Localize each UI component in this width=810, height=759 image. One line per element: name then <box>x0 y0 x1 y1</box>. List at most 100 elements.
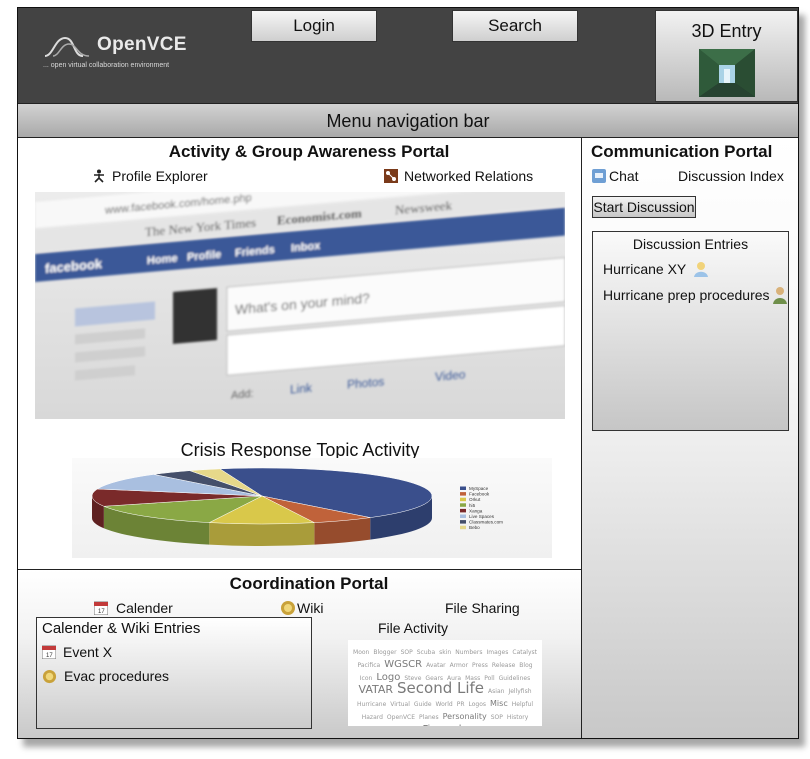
calender-wiki-entries-panel: Calender & Wiki Entries 17 Event X Evac … <box>36 617 312 729</box>
networked-relations-label: Networked Relations <box>404 168 534 184</box>
networked-relations-link[interactable]: Networked Relations <box>384 168 533 184</box>
activity-portal-title: Activity & Group Awareness Portal <box>168 142 450 161</box>
calender-entry-label: Event X <box>63 644 113 660</box>
coordination-portal-title: Coordination Portal <box>229 574 389 593</box>
tag-cloud-term[interactable]: Guidelines <box>499 674 531 683</box>
wiki-entry[interactable]: Evac procedures <box>42 668 169 684</box>
fb-attach-label: Add: <box>231 388 254 402</box>
tag-cloud-term[interactable]: Release <box>492 661 515 670</box>
3d-corridor-thumbnail[interactable] <box>699 49 755 97</box>
tag-cloud-term[interactable]: Jellyfish <box>508 687 531 696</box>
calender-entry[interactable]: 17 Event X <box>42 644 112 660</box>
tag-cloud-term[interactable]: Virtual <box>390 700 410 709</box>
legend-swatch <box>460 486 466 490</box>
communication-portal-title: Communication Portal <box>591 142 773 161</box>
tag-cloud-term[interactable]: Poll <box>484 674 494 683</box>
tag-cloud-term[interactable]: Second Life <box>397 681 484 696</box>
menu-navigation-bar[interactable]: Menu navigation bar <box>18 104 798 138</box>
user-avatar-icon <box>694 262 709 277</box>
tag-cloud-term[interactable]: Numbers <box>455 648 482 657</box>
tag-cloud-term[interactable]: Scuba <box>417 648 435 657</box>
svg-text:17: 17 <box>46 653 53 659</box>
discussion-entry[interactable]: Hurricane XY <box>603 260 710 278</box>
tag-cloud-term[interactable]: World <box>436 700 453 709</box>
tag-cloud-term[interactable]: SOP <box>401 648 413 657</box>
legend-label: hi5 <box>469 503 476 508</box>
header: OpenVCE ... open virtual collaboration e… <box>18 8 798 104</box>
tag-cloud-term[interactable]: Blogger <box>373 648 396 657</box>
tag-cloud-term[interactable]: Images <box>486 648 508 657</box>
3d-entry-label: 3D Entry <box>691 21 762 41</box>
logo-name: OpenVCE <box>97 34 187 55</box>
facebook-preview-image[interactable]: www.facebook.com/home.php The New York T… <box>35 192 565 419</box>
tag-cloud-term[interactable]: Avatar <box>426 661 445 670</box>
tag-cloud-term[interactable]: Asian <box>488 687 504 696</box>
discussion-entry[interactable]: Hurricane prep procedures <box>603 286 788 304</box>
legend-label: Live Spaces <box>469 514 495 519</box>
legend-swatch <box>460 514 466 518</box>
tag-cloud-term[interactable]: Icon <box>360 674 373 683</box>
pie-chart-svg: MySpaceFacebookOrkuthi5XangaLive SpacesC… <box>91 467 503 546</box>
login-button[interactable]: Login <box>251 10 377 42</box>
tag-cloud-term[interactable]: Moon <box>353 648 369 657</box>
calendar-icon: 17 <box>94 601 108 615</box>
tag-cloud-term[interactable]: Pacifica <box>357 661 380 670</box>
legend-label: Facebook <box>469 492 490 497</box>
tag-cloud-term[interactable]: Armor <box>450 661 468 670</box>
legend-swatch <box>460 492 466 496</box>
wiki-label: Wiki <box>297 600 324 616</box>
tag-cloud-term[interactable]: skin <box>439 648 451 657</box>
3d-entry-panel[interactable]: 3D Entry <box>655 10 798 102</box>
tag-cloud-term[interactable]: Guide <box>414 700 432 709</box>
openvce-logo[interactable]: OpenVCE ... open virtual collaboration e… <box>43 34 193 74</box>
discussion-entry-label: Hurricane prep procedures <box>603 287 770 303</box>
tag-cloud-term[interactable]: Personality <box>443 712 487 721</box>
tag-cloud-term[interactable]: History <box>507 713 528 722</box>
legend-label: Xanga <box>469 508 483 513</box>
tag-cloud-term[interactable]: Misc <box>490 699 508 708</box>
tag-cloud-term[interactable]: Fireworks <box>422 725 469 727</box>
file-sharing-link[interactable]: File Sharing <box>445 600 520 616</box>
fb-attach-video: Video <box>435 367 466 384</box>
tag-cloud-term[interactable]: Planes <box>419 713 439 722</box>
wiki-icon <box>281 601 295 615</box>
wiki-link[interactable]: Wiki <box>280 600 323 616</box>
discussion-entries-panel: Discussion Entries Hurricane XY Hurrican… <box>592 231 789 431</box>
activity-awareness-portal: Activity & Group Awareness Portal Profil… <box>18 138 582 570</box>
topic-activity-chart: MySpace Facebook Orkut hi5 Xanga Live Spaces C… <box>72 458 552 558</box>
legend-label: Orkut <box>469 497 481 502</box>
profile-explorer-link[interactable]: Profile Explorer <box>92 168 208 184</box>
coordination-portal: Coordination Portal 17 Calender Wiki Fil… <box>18 570 582 738</box>
svg-text:17: 17 <box>98 609 105 615</box>
search-button[interactable]: Search <box>452 10 578 42</box>
openvce-portal-mockup: OpenVCE ... open virtual collaboration e… <box>17 7 799 739</box>
chat-link[interactable]: Chat <box>592 168 639 184</box>
tag-cloud-term[interactable]: PR <box>457 700 465 709</box>
tag-cloud-term[interactable]: OpenVCE <box>387 713 415 722</box>
calender-link[interactable]: 17 Calender <box>94 600 173 616</box>
profile-explorer-label: Profile Explorer <box>112 168 208 184</box>
legend-label: MySpace <box>469 486 489 491</box>
person-icon <box>94 169 104 183</box>
tag-cloud-term[interactable]: Blog <box>519 661 532 670</box>
tag-cloud-term[interactable]: VATAR <box>359 684 394 695</box>
pie-slice-side <box>209 522 315 546</box>
tag-cloud-term[interactable]: WGSCR <box>384 660 422 670</box>
tag-cloud-term[interactable]: Catalyst <box>512 648 537 657</box>
file-activity-title: File Activity <box>378 620 449 636</box>
tag-cloud-term[interactable]: Logos <box>469 700 487 709</box>
wiki-icon <box>42 669 57 683</box>
network-icon <box>384 169 398 183</box>
tag-cloud-term[interactable]: SOP <box>491 713 503 722</box>
legend-label: Bebo <box>469 525 480 530</box>
tag-cloud-term[interactable]: Helpful <box>512 700 533 709</box>
legend-label: Classmates.com <box>469 520 503 525</box>
tag-cloud-term[interactable]: Press <box>472 661 488 670</box>
discussion-entry-label: Hurricane XY <box>603 261 687 277</box>
start-discussion-button[interactable]: Start Discussion <box>592 196 696 218</box>
chat-label: Chat <box>609 168 639 184</box>
tag-cloud-term[interactable]: Hazard <box>362 713 383 722</box>
wave-logo-icon <box>44 36 90 57</box>
discussion-index-link[interactable]: Discussion Index <box>678 168 784 184</box>
tag-cloud-term[interactable]: Hurricane <box>357 700 386 709</box>
